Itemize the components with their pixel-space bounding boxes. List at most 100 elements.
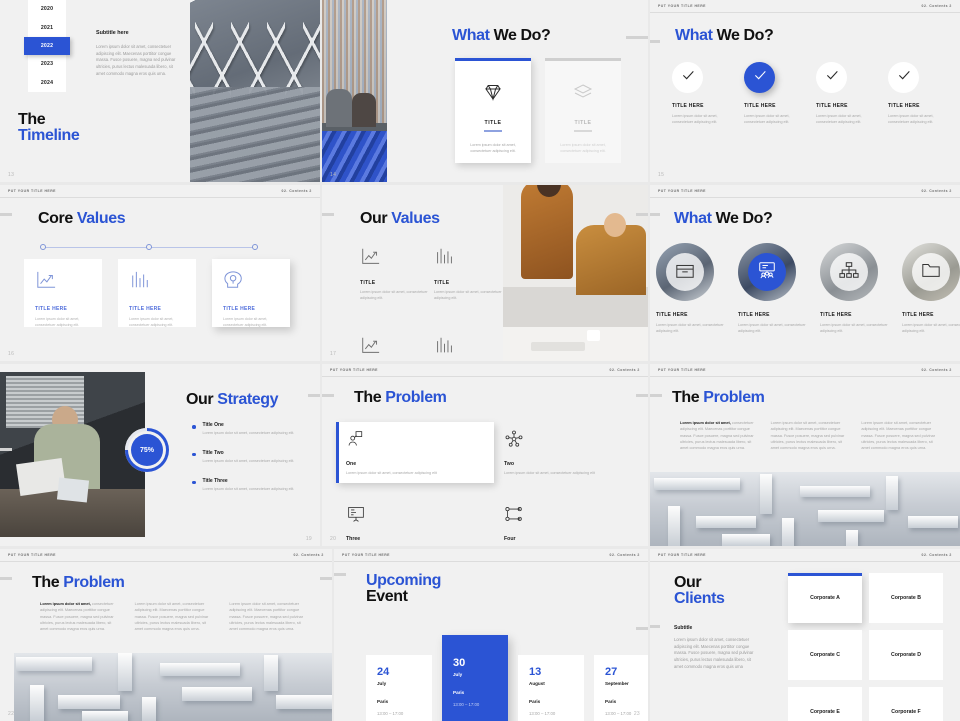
year-item[interactable]: 2021 — [28, 18, 66, 36]
check-item-active[interactable]: TITLE HERE Lorem ipsum dolor sit amet, c… — [744, 62, 792, 126]
client-cell[interactable]: Corporate C — [788, 630, 862, 680]
page-title: The Timeline — [18, 112, 80, 144]
slide-the-problem-maze-a[interactable]: PUT YOUR TITLE HERE 02. Contents 2 The P… — [650, 364, 960, 546]
value-text: Lorem ipsum dolor sit amet, consectetuer… — [360, 290, 428, 300]
client-cell[interactable]: Corporate D — [869, 630, 943, 680]
slide-the-problem-maze-b[interactable]: PUT YOUR TITLE HERE 02. Contents 2 The P… — [0, 549, 332, 721]
problem-item-active[interactable]: One Lorem ipsum dolor sit amet, consecte… — [336, 422, 494, 483]
circle-item-active[interactable]: TITLE HERE Lorem ipsum dolor sit amet, c… — [738, 243, 806, 335]
check-item[interactable]: TITLE HERE Lorem ipsum dolor sit amet, c… — [672, 62, 720, 126]
check-item[interactable]: TITLE HERE Lorem ipsum dolor sit amet, c… — [816, 62, 864, 126]
header-left-text: PUT YOUR TITLE HERE — [342, 552, 390, 558]
timeline-dot[interactable] — [146, 243, 152, 250]
slide-core-values[interactable]: PUT YOUR TITLE HERE 02. Contents 2 Core … — [0, 185, 320, 361]
edge-tab — [0, 213, 12, 216]
card-title: TITLE — [574, 120, 592, 126]
event-month: September — [605, 681, 629, 686]
slide-our-strategy[interactable]: 75% Our Strategy Title One Lorem ipsum d… — [0, 364, 320, 546]
value-card[interactable]: TITLE HERE Lorem ipsum dolor sit amet, c… — [118, 259, 196, 327]
circle-item[interactable]: TITLE HERE Lorem ipsum dolor sit amet, c… — [820, 243, 888, 335]
whiteboard-icon — [346, 507, 366, 527]
value-item[interactable]: TITLE Lorem ipsum dolor sit amet, consec… — [434, 247, 508, 302]
check-circle-active[interactable] — [744, 62, 775, 93]
slide-timeline[interactable]: 2020 2021 2022 2023 2024 Subtitle here L… — [0, 0, 320, 182]
paragraph-columns: Lorem ipsum dolor sit amet, consectetuer… — [680, 420, 938, 451]
client-cell[interactable]: Corporate F — [869, 687, 943, 721]
problem-item[interactable]: Four Lorem ipsum dolor sit amet, consect… — [494, 497, 642, 546]
maze-photo — [650, 472, 960, 546]
head-idea-icon — [223, 271, 245, 294]
team-handshake-photo — [503, 185, 648, 361]
event-card[interactable]: 24 July Paris 13:00 – 17:00 — [366, 655, 432, 721]
event-month: August — [529, 681, 545, 686]
header-left-text: PUT YOUR TITLE HERE — [658, 552, 706, 558]
event-card[interactable]: 13 August Paris 13:00 – 17:00 — [518, 655, 584, 721]
client-name: Corporate B — [891, 595, 921, 601]
photo-circle-active[interactable] — [738, 243, 796, 301]
year-item[interactable]: 2020 — [28, 0, 66, 18]
check-circle[interactable] — [888, 62, 919, 93]
client-cell[interactable]: Corporate E — [788, 687, 862, 721]
card-list: TITLE Lorem ipsum dolor sit amet, consec… — [455, 58, 621, 163]
photo-circle[interactable] — [820, 243, 878, 301]
value-item[interactable]: TITLE Lorem ipsum dolor sit amet, consec… — [360, 247, 434, 302]
check-circle[interactable] — [672, 62, 703, 93]
event-card-active[interactable]: 30 July Paris 13:00 – 17:00 — [442, 635, 508, 721]
feature-card-active[interactable]: TITLE Lorem ipsum dolor sit amet, consec… — [455, 58, 531, 163]
item-title: TITLE HERE — [744, 103, 776, 109]
slide-our-clients[interactable]: PUT YOUR TITLE HERE 02. Contents 2 Our C… — [650, 549, 960, 721]
problem-item[interactable]: Two Lorem ipsum dolor sit amet, consecte… — [494, 422, 642, 483]
event-card-list: 24 July Paris 13:00 – 17:00 30 July Pari… — [366, 635, 648, 721]
timeline-dot[interactable] — [40, 243, 46, 250]
bullet-item[interactable]: Title Two Lorem ipsum dolor sit amet, co… — [192, 450, 312, 465]
maze-photo — [14, 653, 332, 721]
year-list[interactable]: 2020 2021 2022 2023 2024 — [24, 0, 70, 92]
slide-what-we-do-circles[interactable]: PUT YOUR TITLE HERE 02. Contents 2 What … — [650, 185, 960, 361]
bullet-item[interactable]: Title Three Lorem ipsum dolor sit amet, … — [192, 478, 312, 493]
column-text: Lorem ipsum dolor sit amet, consectetuer… — [861, 420, 938, 451]
client-cell-active[interactable]: Corporate A — [788, 573, 862, 623]
feature-card[interactable]: TITLE Lorem ipsum dolor sit amet, consec… — [545, 58, 621, 163]
year-item[interactable]: 2024 — [28, 74, 66, 92]
check-item[interactable]: TITLE HERE Lorem ipsum dolor sit amet, c… — [888, 62, 936, 126]
check-icon — [680, 67, 696, 88]
photo-circle[interactable] — [656, 243, 714, 301]
client-cell[interactable]: Corporate B — [869, 573, 943, 623]
slide-number: 22 — [8, 711, 15, 717]
page-title: The Problem — [32, 574, 125, 592]
title-line-2: Event — [366, 588, 408, 605]
check-circle[interactable] — [816, 62, 847, 93]
value-card[interactable]: TITLE HERE Lorem ipsum dolor sit amet, c… — [24, 259, 102, 327]
event-month: July — [377, 681, 387, 686]
circle-item[interactable]: TITLE HERE Lorem ipsum dolor sit amet, c… — [902, 243, 960, 335]
bullet-dot-icon — [192, 480, 196, 485]
slide-the-problem-items[interactable]: PUT YOUR TITLE HERE 02. Contents 2 The P… — [322, 364, 648, 546]
bar-chart-icon — [129, 271, 151, 294]
year-item[interactable]: 2023 — [28, 55, 66, 73]
slide-number: 17 — [330, 351, 337, 357]
value-item[interactable]: TITLE Lorem ipsum dolor sit amet, consec… — [434, 336, 508, 361]
slide-upcoming-event[interactable]: PUT YOUR TITLE HERE 02. Contents 2 Upcom… — [334, 549, 648, 721]
event-time: 13:00 – 17:00 — [453, 702, 480, 707]
timeline-dot[interactable] — [252, 243, 258, 250]
problem-item[interactable]: Three Lorem ipsum dolor sit amet, consec… — [336, 497, 494, 546]
circle-item[interactable]: TITLE HERE Lorem ipsum dolor sit amet, c… — [656, 243, 724, 335]
value-title: TITLE HERE — [129, 306, 162, 312]
photo-circle[interactable] — [902, 243, 960, 301]
column-text: Lorem ipsum dolor sit amet, consectetuer… — [229, 601, 310, 632]
circle-item-list: TITLE HERE Lorem ipsum dolor sit amet, c… — [656, 243, 960, 335]
item-title: TITLE HERE — [820, 312, 852, 318]
bullet-item[interactable]: Title One Lorem ipsum dolor sit amet, co… — [192, 422, 312, 437]
value-card-active[interactable]: TITLE HERE Lorem ipsum dolor sit amet, c… — [212, 259, 290, 327]
slide-what-we-do-checks[interactable]: PUT YOUR TITLE HERE 02. Contents 2 What … — [650, 0, 960, 182]
header-left-text: PUT YOUR TITLE HERE — [330, 367, 378, 373]
year-item-active[interactable]: 2022 — [24, 36, 70, 56]
slide-our-values[interactable]: Our Values TITLE Lorem ipsum dolor sit a… — [322, 185, 648, 361]
node-cluster-icon — [504, 430, 524, 452]
value-text: Lorem ipsum dolor sit amet, consectetuer… — [129, 317, 174, 327]
edge-tab — [636, 213, 648, 216]
slide-what-we-do-cards[interactable]: What We Do? TITLE Lorem ipsum dolor sit … — [322, 0, 648, 182]
value-item[interactable]: TITLE Lorem ipsum dolor sit amet, consec… — [360, 336, 434, 361]
paragraph: Lorem ipsum dolor sit amet, consectetuer… — [674, 637, 754, 669]
title-part-1: What — [675, 27, 713, 44]
